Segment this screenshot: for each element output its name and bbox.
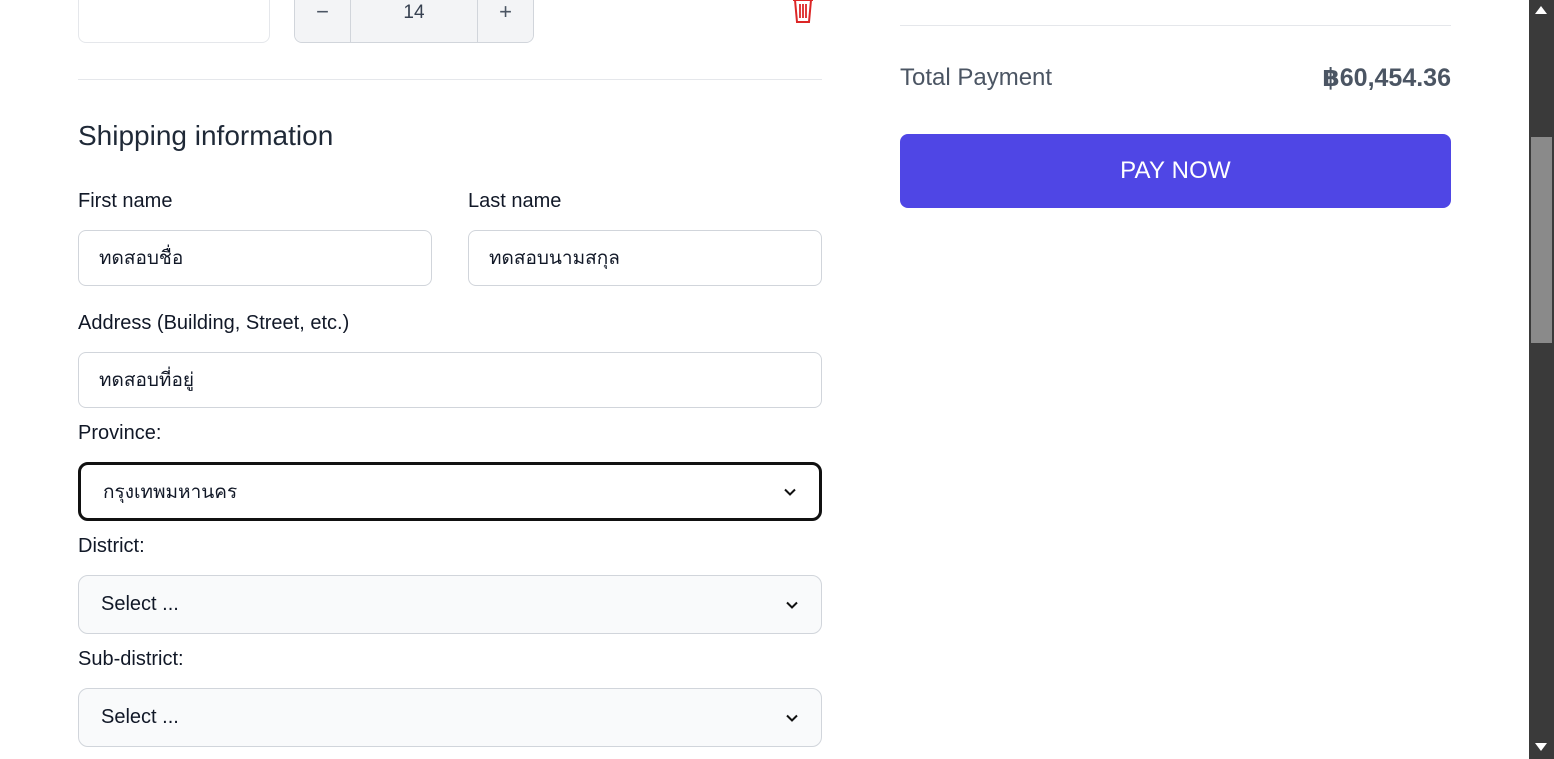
total-payment-value: ฿60,454.36: [1322, 64, 1451, 92]
total-payment-label: Total Payment: [900, 64, 1053, 91]
decrement-button[interactable]: −: [295, 0, 350, 42]
subdistrict-label: Sub-district:: [78, 648, 184, 670]
quantity-stepper: − 14 +: [294, 0, 534, 43]
shipping-section-title: Shipping information: [78, 120, 334, 151]
district-select[interactable]: Select ...: [78, 575, 822, 634]
last-name-label: Last name: [468, 190, 562, 212]
province-select[interactable]: กรุงเทพมหานคร: [78, 462, 822, 521]
section-divider: [78, 79, 822, 80]
address-field[interactable]: ทดสอบที่อยู่: [78, 352, 822, 408]
last-name-field[interactable]: ทดสอบนามสกุล: [468, 230, 822, 286]
scroll-down-arrow-icon[interactable]: [1535, 743, 1547, 751]
scroll-up-arrow-icon[interactable]: [1535, 6, 1547, 14]
first-name-field[interactable]: ทดสอบชื่อ: [78, 230, 432, 286]
province-selected-value: กรุงเทพมหานคร: [103, 480, 238, 503]
increment-button[interactable]: +: [478, 0, 533, 42]
delete-item-button[interactable]: [789, 0, 817, 24]
trash-icon: [793, 0, 813, 23]
minus-icon: −: [316, 0, 329, 24]
chevron-down-icon: [784, 488, 796, 496]
pay-now-button[interactable]: PAY NOW: [900, 134, 1451, 208]
page-scrollbar[interactable]: [1529, 0, 1554, 759]
plus-icon: +: [499, 0, 512, 24]
chevron-down-icon: [786, 601, 798, 609]
district-selected-value: Select ...: [101, 593, 179, 615]
subdistrict-select[interactable]: Select ...: [78, 688, 822, 747]
scrollbar-thumb[interactable]: [1531, 137, 1552, 343]
product-thumbnail: [78, 0, 270, 43]
subdistrict-selected-value: Select ...: [101, 706, 179, 728]
chevron-down-icon: [786, 714, 798, 722]
province-label: Province:: [78, 422, 162, 444]
first-name-label: First name: [78, 190, 173, 212]
address-label: Address (Building, Street, etc.): [78, 312, 350, 334]
quantity-input[interactable]: 14: [350, 0, 478, 42]
summary-divider: [900, 25, 1451, 26]
district-label: District:: [78, 535, 145, 557]
